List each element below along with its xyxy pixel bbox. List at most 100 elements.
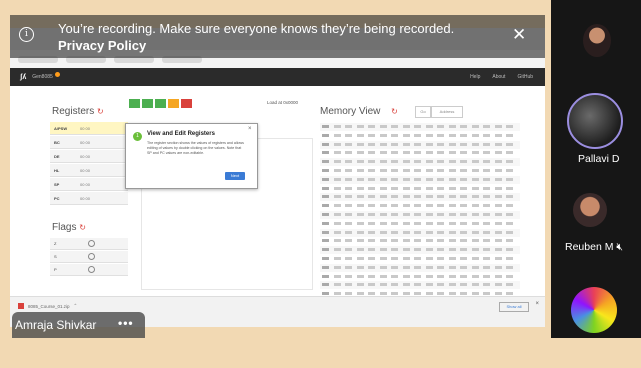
- memory-cell[interactable]: [506, 204, 513, 208]
- memory-cell[interactable]: [483, 221, 490, 225]
- memory-cell[interactable]: [437, 274, 444, 278]
- memory-cell[interactable]: [425, 133, 433, 137]
- memory-cell[interactable]: [356, 257, 364, 260]
- memory-cell[interactable]: [368, 177, 375, 181]
- memory-cell[interactable]: [345, 221, 352, 225]
- memory-cell[interactable]: [448, 221, 456, 225]
- memory-cell[interactable]: [402, 169, 410, 172]
- memory-cell[interactable]: [402, 283, 410, 287]
- memory-cell[interactable]: [379, 221, 387, 225]
- download-item[interactable]: 8085_Course_01.zip ⌃: [18, 303, 77, 309]
- memory-cell[interactable]: [402, 292, 410, 296]
- memory-cell[interactable]: [460, 274, 467, 278]
- memory-cell[interactable]: [506, 283, 513, 287]
- memory-cell[interactable]: [448, 204, 456, 208]
- memory-cell[interactable]: [494, 283, 502, 287]
- memory-cell[interactable]: [368, 160, 375, 164]
- register-row[interactable]: SP 00 00: [50, 178, 128, 191]
- memory-cell[interactable]: [506, 248, 513, 252]
- memory-cell[interactable]: [494, 186, 502, 190]
- memory-cell[interactable]: [368, 248, 375, 252]
- register-row[interactable]: PC 00 00: [50, 192, 128, 205]
- memory-cell[interactable]: [483, 125, 490, 128]
- memory-cell[interactable]: [391, 274, 398, 278]
- memory-cell[interactable]: [402, 177, 410, 181]
- memory-cell[interactable]: [379, 239, 387, 243]
- memory-cell[interactable]: [460, 283, 467, 287]
- memory-cell[interactable]: [437, 230, 444, 234]
- memory-cell[interactable]: [425, 213, 433, 216]
- run-button[interactable]: [142, 99, 153, 108]
- memory-cell[interactable]: [345, 160, 352, 164]
- memory-cell[interactable]: [437, 160, 444, 164]
- memory-cell[interactable]: [391, 204, 398, 208]
- memory-cell[interactable]: [437, 186, 444, 190]
- memory-cell[interactable]: [379, 204, 387, 208]
- memory-cell[interactable]: [414, 257, 421, 260]
- memory-cell[interactable]: [414, 151, 421, 155]
- memory-cell[interactable]: [506, 292, 513, 296]
- memory-cell[interactable]: [448, 195, 456, 199]
- memory-cell[interactable]: [506, 213, 513, 216]
- memory-cell[interactable]: [460, 204, 467, 208]
- memory-cell[interactable]: [471, 142, 479, 146]
- memory-cell[interactable]: [402, 142, 410, 146]
- memory-cell[interactable]: [379, 257, 387, 260]
- memory-cell[interactable]: [425, 239, 433, 243]
- memory-cell[interactable]: [448, 133, 456, 137]
- memory-cell[interactable]: [437, 283, 444, 287]
- participant-avatar[interactable]: [583, 24, 611, 57]
- memory-cell[interactable]: [333, 177, 341, 181]
- memory-cell[interactable]: [448, 151, 456, 155]
- memory-cell[interactable]: [345, 292, 352, 296]
- memory-cell[interactable]: [356, 239, 364, 243]
- memory-cell[interactable]: [414, 169, 421, 172]
- memory-cell[interactable]: [356, 204, 364, 208]
- memory-cell[interactable]: [368, 283, 375, 287]
- memory-cell[interactable]: [506, 239, 513, 243]
- memory-cell[interactable]: [483, 292, 490, 296]
- memory-cell[interactable]: [494, 248, 502, 252]
- memory-cell[interactable]: [356, 177, 364, 181]
- memory-cell[interactable]: [506, 195, 513, 199]
- memory-cell[interactable]: [356, 274, 364, 278]
- memory-cell[interactable]: [333, 257, 341, 260]
- memory-cell[interactable]: [379, 248, 387, 252]
- flag-radio[interactable]: [88, 266, 95, 273]
- register-row[interactable]: BC 00 00: [50, 136, 128, 149]
- memory-cell[interactable]: [425, 274, 433, 278]
- register-row[interactable]: HL 00 00: [50, 164, 128, 177]
- memory-cell[interactable]: [460, 248, 467, 252]
- assemble-button[interactable]: [129, 99, 140, 108]
- memory-cell[interactable]: [391, 213, 398, 216]
- memory-cell[interactable]: [506, 177, 513, 181]
- memory-cell[interactable]: [345, 177, 352, 181]
- memory-cell[interactable]: [345, 239, 352, 243]
- memory-cell[interactable]: [460, 239, 467, 243]
- memory-cell[interactable]: [356, 160, 364, 164]
- memory-cell[interactable]: [345, 195, 352, 199]
- memory-cell[interactable]: [448, 169, 456, 172]
- memory-cell[interactable]: [333, 292, 341, 296]
- memory-cell[interactable]: [345, 283, 352, 287]
- memory-cell[interactable]: [494, 169, 502, 172]
- memory-cell[interactable]: [379, 142, 387, 146]
- memory-cell[interactable]: [345, 248, 352, 252]
- memory-cell[interactable]: [356, 151, 364, 155]
- memory-cell[interactable]: [333, 265, 341, 269]
- memory-cell[interactable]: [356, 125, 364, 128]
- memory-cell[interactable]: [437, 239, 444, 243]
- memory-cell[interactable]: [471, 230, 479, 234]
- memory-cell[interactable]: [471, 133, 479, 137]
- about-link[interactable]: About: [492, 74, 505, 80]
- memory-cell[interactable]: [356, 142, 364, 146]
- memory-cell[interactable]: [368, 292, 375, 296]
- memory-cell[interactable]: [437, 204, 444, 208]
- memory-cell[interactable]: [494, 204, 502, 208]
- memory-cell[interactable]: [460, 186, 467, 190]
- memory-cell[interactable]: [425, 248, 433, 252]
- memory-cell[interactable]: [460, 292, 467, 296]
- memory-cell[interactable]: [379, 151, 387, 155]
- memory-cell[interactable]: [391, 177, 398, 181]
- memory-cell[interactable]: [506, 257, 513, 260]
